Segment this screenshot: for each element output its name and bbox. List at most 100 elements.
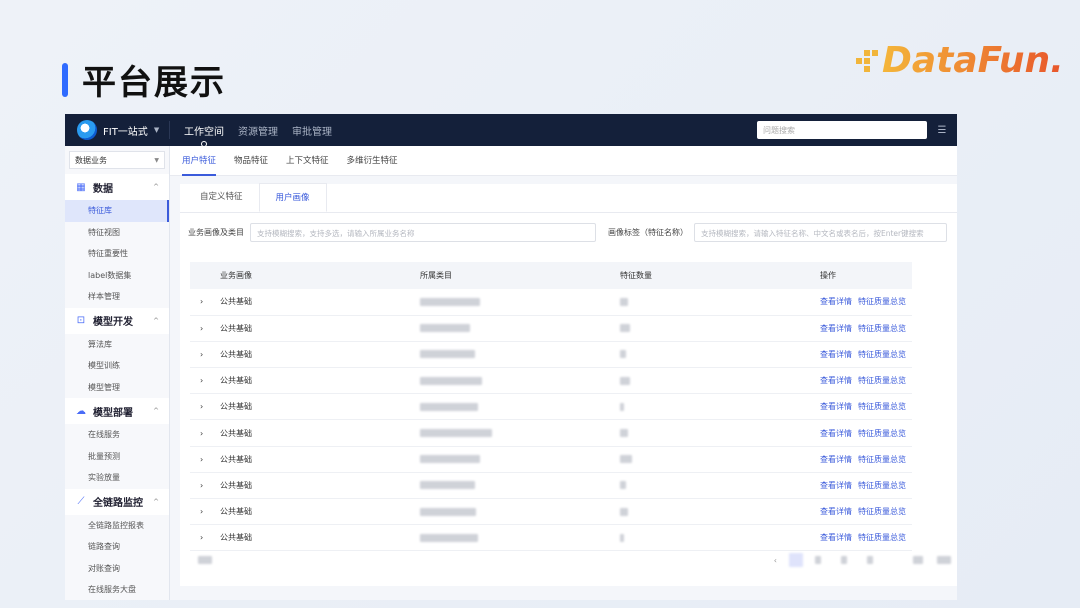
total-count	[198, 556, 212, 564]
view-details-link[interactable]: 查看详情	[820, 324, 852, 333]
tab-user-profile[interactable]: 用户画像	[258, 183, 327, 212]
chevron-up-icon: ^	[153, 407, 159, 415]
page-item[interactable]	[867, 556, 873, 564]
view-details-link[interactable]: 查看详情	[820, 429, 852, 438]
pagination: ‹	[190, 548, 957, 572]
sidebar-item[interactable]: 链路查询	[65, 536, 169, 558]
quality-overview-link[interactable]: 特征质量总览	[858, 429, 906, 438]
category-cell-redacted	[420, 402, 478, 411]
terminal-icon: ⊡	[76, 315, 86, 326]
category-cell-redacted	[420, 324, 470, 333]
brand-switcher[interactable]: FIT一站式 ▼	[65, 120, 170, 140]
expand-row-icon[interactable]: ›	[190, 315, 220, 342]
sidebar: 数据业务 ▼ ▦ 数据 ^ 特征库 特征视图 特征重要性 label数据集 样本管理 ⊡ 模型开发 ^…	[65, 146, 170, 600]
sidebar-item[interactable]: 在线服务	[65, 424, 169, 446]
page-size-select[interactable]	[913, 556, 923, 564]
sidebar-group-label: 全链路监控	[93, 498, 143, 509]
quality-overview-link[interactable]: 特征质量总览	[858, 507, 906, 516]
count-cell-redacted	[620, 455, 632, 464]
panel-tabs: 自定义特征 用户画像	[180, 183, 957, 213]
expand-row-icon[interactable]: ›	[190, 393, 220, 421]
sidebar-item[interactable]: 在线服务大盘	[65, 579, 169, 600]
sidebar-group[interactable]: ⟋ 全链路监控 ^	[65, 488, 169, 515]
quality-overview-link[interactable]: 特征质量总览	[858, 533, 906, 542]
count-cell-redacted	[620, 350, 626, 359]
business-select[interactable]: 数据业务 ▼	[69, 151, 165, 169]
view-details-link[interactable]: 查看详情	[820, 376, 852, 385]
expand-row-icon[interactable]: ›	[190, 367, 220, 395]
sidebar-item[interactable]: 全链路监控报表	[65, 515, 169, 537]
col-header-profile: 业务画像	[220, 262, 420, 289]
quality-overview-link[interactable]: 特征质量总览	[858, 376, 906, 385]
slide-title-text: 平台展示	[82, 63, 226, 103]
quality-overview-link[interactable]: 特征质量总览	[858, 455, 906, 464]
expand-row-icon[interactable]: ›	[190, 341, 220, 369]
sidebar-item[interactable]: 模型训练	[65, 355, 169, 377]
quality-overview-link[interactable]: 特征质量总览	[858, 402, 906, 411]
count-cell-redacted	[620, 507, 628, 516]
jump-input[interactable]	[937, 556, 951, 564]
chart-line-icon: ⟋	[77, 496, 85, 507]
quality-overview-link[interactable]: 特征质量总览	[858, 481, 906, 490]
sidebar-item[interactable]: 算法库	[65, 334, 169, 356]
expand-row-icon[interactable]: ›	[190, 472, 220, 500]
sidebar-item[interactable]: 特征库	[65, 200, 169, 222]
expand-row-icon[interactable]: ›	[190, 289, 220, 316]
category-cell-redacted	[420, 455, 480, 464]
subtab[interactable]: 上下文特征	[286, 146, 329, 176]
nav-approval[interactable]: 审批管理	[292, 123, 332, 138]
sidebar-group-label: 模型部署	[93, 407, 133, 419]
expand-row-icon[interactable]: ›	[190, 524, 220, 552]
table-row: › 公共基础 查看详情 特征质量总览	[190, 446, 912, 473]
sidebar-item[interactable]: 样本管理	[65, 286, 169, 308]
sidebar-item[interactable]: 实验放量	[65, 467, 169, 489]
sidebar-item[interactable]: 特征重要性	[65, 243, 169, 265]
category-cell-redacted	[420, 429, 492, 438]
quality-overview-link[interactable]: 特征质量总览	[858, 297, 906, 306]
view-details-link[interactable]: 查看详情	[820, 350, 852, 359]
count-cell-redacted	[620, 297, 628, 306]
profile-cell: 公共基础	[220, 472, 420, 500]
content-panel: 自定义特征 用户画像 业务画像及类目 支持模糊搜索，支持多选，请输入所属业务名称…	[180, 183, 957, 586]
category-filter-input[interactable]: 支持模糊搜索，支持多选，请输入所属业务名称	[250, 223, 596, 242]
sidebar-item[interactable]: label数据集	[65, 265, 169, 287]
subtab[interactable]: 物品特征	[234, 146, 268, 176]
view-details-link[interactable]: 查看详情	[820, 481, 852, 490]
nav-workspace[interactable]: 工作空间	[184, 123, 224, 138]
page-item[interactable]	[815, 556, 821, 564]
expand-row-icon[interactable]: ›	[190, 446, 220, 473]
search-input[interactable]: 问题搜索	[757, 121, 927, 139]
profile-cell: 公共基础	[220, 341, 420, 369]
chevron-up-icon: ^	[153, 183, 159, 191]
tab-custom-feature[interactable]: 自定义特征	[184, 183, 259, 212]
sidebar-item[interactable]: 对账查询	[65, 558, 169, 580]
tag-filter-input[interactable]: 支持模糊搜索，请输入特征名称、中文名或表名后，按Enter键搜索	[694, 223, 947, 242]
profile-cell: 公共基础	[220, 367, 420, 395]
expand-row-icon[interactable]: ›	[190, 498, 220, 526]
sidebar-group[interactable]: ☁ 模型部署 ^	[65, 398, 169, 424]
sidebar-group[interactable]: ▦ 数据 ^	[65, 174, 169, 200]
sidebar-item[interactable]: 模型管理	[65, 377, 169, 399]
table-row: › 公共基础 查看详情 特征质量总览	[190, 524, 912, 552]
view-details-link[interactable]: 查看详情	[820, 297, 852, 306]
sidebar-item[interactable]: 批量预测	[65, 446, 169, 468]
view-details-link[interactable]: 查看详情	[820, 402, 852, 411]
quality-overview-link[interactable]: 特征质量总览	[858, 350, 906, 359]
nav-resources[interactable]: 资源管理	[238, 123, 278, 138]
view-details-link[interactable]: 查看详情	[820, 533, 852, 542]
quality-overview-link[interactable]: 特征质量总览	[858, 324, 906, 333]
prev-page-icon[interactable]: ‹	[774, 556, 777, 565]
top-nav-bar: FIT一站式 ▼ 工作空间 资源管理 审批管理 问题搜索 ☰	[65, 114, 957, 146]
col-header-count: 特征数量	[620, 262, 820, 289]
menu-icon[interactable]: ☰	[927, 125, 957, 136]
view-details-link[interactable]: 查看详情	[820, 507, 852, 516]
sidebar-group[interactable]: ⊡ 模型开发 ^	[65, 307, 169, 334]
expand-row-icon[interactable]: ›	[190, 419, 220, 447]
page-current[interactable]	[789, 553, 803, 567]
subtab[interactable]: 用户特征	[182, 146, 217, 176]
subtab[interactable]: 多维衍生特征	[347, 146, 398, 176]
page-item[interactable]	[841, 556, 847, 564]
sidebar-item[interactable]: 特征视图	[65, 222, 169, 244]
view-details-link[interactable]: 查看详情	[820, 455, 852, 464]
app-logo-icon	[77, 120, 97, 140]
